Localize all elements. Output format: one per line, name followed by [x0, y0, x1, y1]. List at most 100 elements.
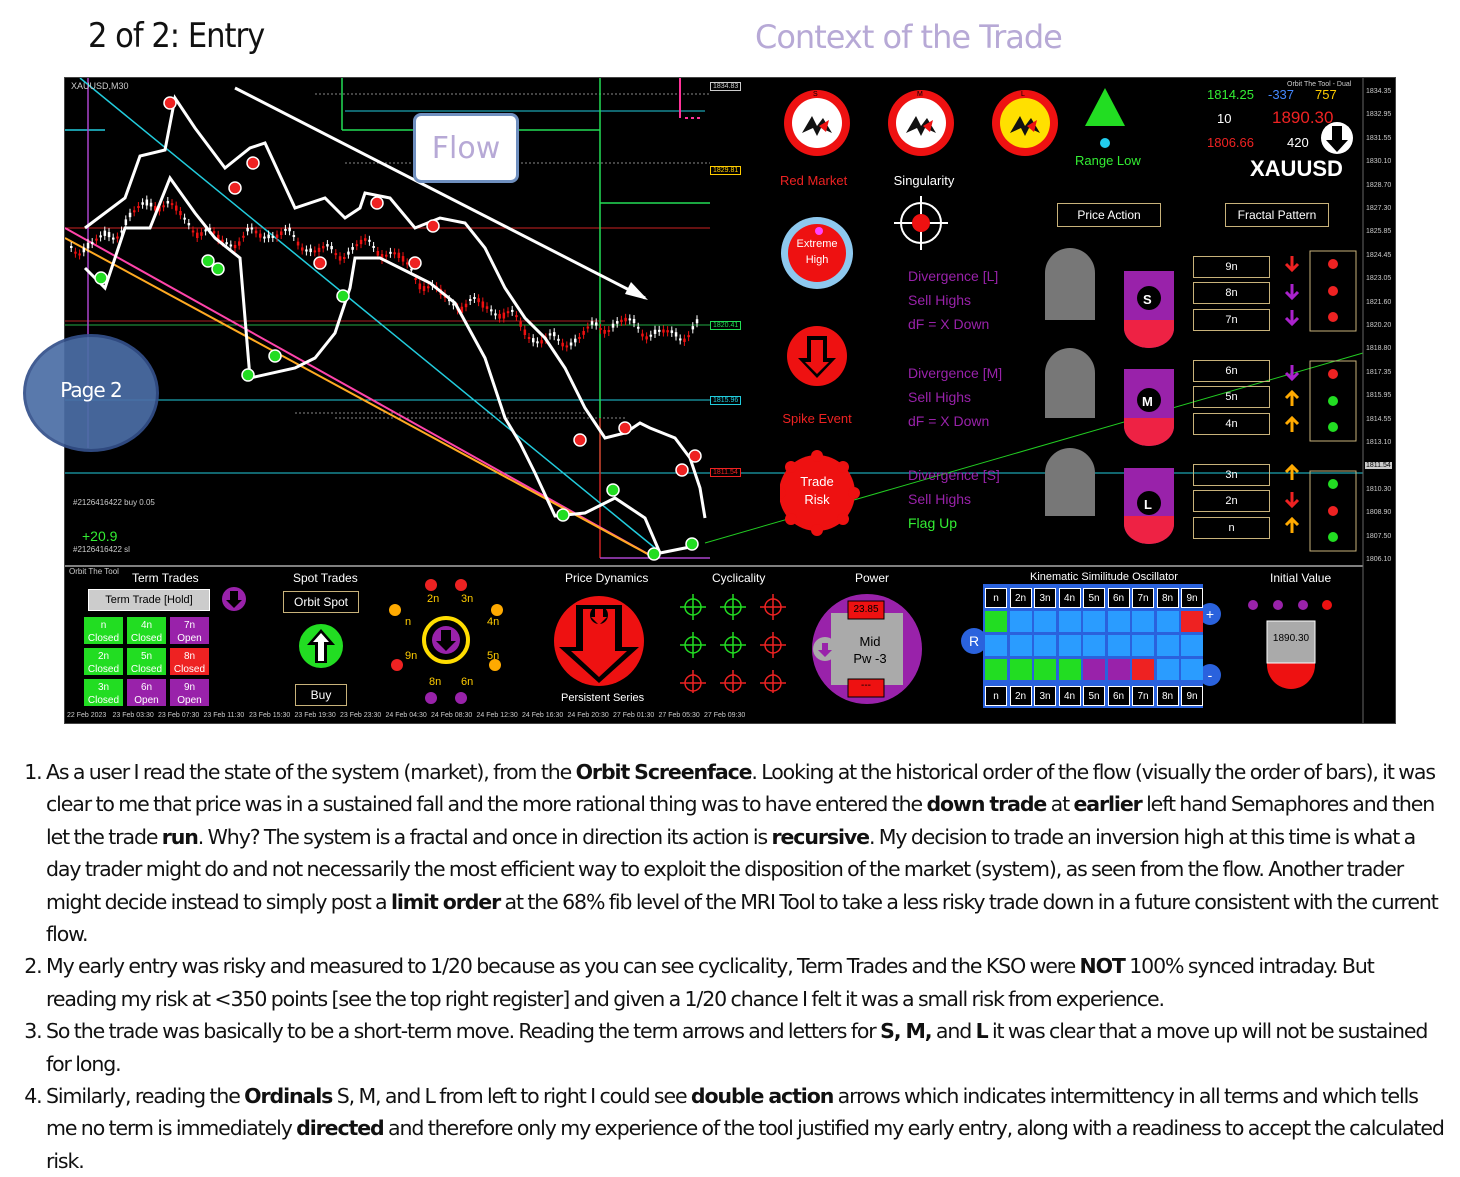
kso-header-cell: 2n — [1009, 588, 1032, 608]
kso-header-cell: 7n — [1132, 588, 1154, 608]
div-l-line2: Sell Highs — [908, 292, 972, 308]
kso-footer-cell: 3n — [1034, 686, 1056, 706]
kso-header-cell: 8n — [1156, 588, 1179, 608]
term-trade-cell[interactable]: 4n Closed — [126, 616, 167, 645]
axis-price-label: 1810.30 — [1366, 485, 1392, 493]
term-cell-status: Closed — [87, 633, 120, 644]
ordinal-box: n — [1193, 517, 1270, 539]
price-action-button[interactable]: Price Action — [1057, 203, 1161, 227]
semaphore-dot — [313, 256, 327, 270]
kso-cell — [1156, 659, 1179, 680]
ordinal-box: 2n — [1193, 490, 1270, 512]
wheel-6n: 6n — [461, 676, 474, 688]
term-cell-status: Closed — [130, 633, 163, 644]
note-text: and — [931, 1019, 976, 1044]
semaphore-dot — [94, 271, 108, 285]
kso-cell — [1181, 635, 1203, 656]
term-cell-status: Closed — [87, 695, 120, 706]
cycle-crosshair-icon — [720, 632, 746, 658]
note-4: Similarly, reading the Ordinals S, M, an… — [46, 1080, 1446, 1177]
persistent-series-icon — [554, 596, 644, 686]
kso-cell — [1009, 635, 1032, 656]
order-buy-label: #2126416422 buy 0.05 — [73, 498, 155, 507]
spike-event-label: Spike Event — [782, 411, 852, 426]
term-cell-ordinal: 9n — [183, 682, 196, 693]
ordinal-box: 5n — [1193, 386, 1270, 408]
page-2-label: Page 2 — [60, 378, 123, 402]
axis-price-label: 1817.35 — [1366, 368, 1392, 376]
term-trade-hold-button[interactable]: Term Trade [Hold] — [88, 589, 210, 611]
kso-cell — [1181, 611, 1203, 632]
term-trade-cell[interactable]: n Closed — [83, 616, 124, 645]
term-trade-cell[interactable]: 7n Open — [169, 616, 210, 645]
term-cell-status: Closed — [87, 664, 120, 675]
note-2: My early entry was risky and measured to… — [46, 950, 1446, 1015]
div-l-line3: dF = X Down — [908, 316, 990, 332]
term-trade-cell[interactable]: 8n Closed — [169, 647, 210, 676]
red-market-label: Red Market — [780, 173, 848, 188]
div-m-line3: dF = X Down — [908, 413, 990, 429]
kso-cell — [1009, 659, 1032, 680]
note-emphasis: earlier — [1073, 792, 1142, 817]
axis-price-label: 1821.60 — [1366, 298, 1392, 306]
note-text: Similarly, reading the — [46, 1084, 245, 1109]
note-emphasis: limit order — [390, 889, 501, 914]
div-m-line1: Divergence [M] — [908, 365, 1003, 381]
axis-time-label: 24 Feb 04:30 — [385, 712, 427, 719]
semaphore-dot — [201, 254, 215, 268]
initial-value-title: Initial Value — [1270, 571, 1332, 585]
kso-header-cell: 3n — [1034, 588, 1056, 608]
extreme-high-label: Extreme High — [796, 238, 838, 266]
orbit-spot-button[interactable]: Orbit Spot — [283, 591, 359, 613]
div-s-line3: Flag Up — [908, 515, 958, 531]
spot-trades-title: Spot Trades — [293, 571, 358, 585]
term-cell-status: Closed — [173, 664, 206, 675]
kso-footer-cell: 8n — [1156, 686, 1179, 706]
semaphore-dot — [688, 449, 702, 463]
term-cell-ordinal: 4n — [140, 620, 153, 631]
semaphore-dot — [268, 349, 282, 363]
term-cell-status: Open — [134, 695, 159, 706]
sem-l-letter: L — [1021, 91, 1025, 98]
term-trade-cell[interactable]: 9n Open — [169, 678, 210, 707]
kso-cell — [1058, 635, 1081, 656]
semaphore-dot — [241, 368, 255, 382]
div-l-line1: Divergence [L] — [908, 268, 999, 284]
kso-cell — [1156, 635, 1179, 656]
price-tag: 1820.41 — [710, 321, 742, 330]
note-emphasis: recursive — [771, 824, 870, 849]
kso-cell — [1107, 659, 1130, 680]
term-cell-status: Closed — [130, 664, 163, 675]
fractal-pattern-button[interactable]: Fractal Pattern — [1225, 203, 1329, 227]
kso-r-button[interactable]: R — [961, 628, 987, 654]
div-s-line2: Sell Highs — [908, 491, 972, 507]
axis-price-label: 1806.10 — [1366, 556, 1392, 563]
sem-m-letter: M — [917, 91, 923, 98]
trading-chart-panel[interactable]: XAUUSD,M30 #2126416422 buy 0.05 +20.9 #2… — [64, 77, 1396, 724]
cycle-crosshair-icon — [680, 594, 706, 620]
wheel-n: n — [405, 616, 412, 628]
axis-time-label: 27 Feb 01:30 — [613, 712, 655, 719]
ordinal-box: 7n — [1193, 309, 1270, 331]
term-trade-cell[interactable]: 6n Open — [126, 678, 167, 707]
buy-button[interactable]: Buy — [295, 684, 347, 706]
note-emphasis: L — [975, 1019, 989, 1044]
axis-price-label: 1815.95 — [1366, 392, 1392, 400]
trade-risk-label: Trade Risk — [800, 474, 834, 507]
kso-cell — [985, 611, 1007, 632]
term-trade-cell[interactable]: 3n Closed — [83, 678, 124, 707]
initial-price: 1890.30 — [1272, 633, 1310, 644]
kso-header-cell: 9n — [1181, 588, 1203, 608]
term-trade-cell[interactable]: 5n Closed — [126, 647, 167, 676]
candles — [70, 195, 699, 352]
semaphore-dot — [370, 196, 384, 210]
term-trade-down-icon — [222, 587, 246, 611]
axis-time-label: 24 Feb 20:30 — [567, 712, 609, 719]
axis-price-label: 1831.55 — [1366, 134, 1392, 142]
semaphore-dot — [556, 508, 570, 522]
semaphore-dot — [573, 433, 587, 447]
axis-time-label: 27 Feb 05:30 — [658, 712, 700, 719]
term-trade-cell[interactable]: 2n Closed — [83, 647, 124, 676]
page-title: 2 of 2: Entry — [88, 16, 265, 56]
register-value-5: 1890.30 — [1272, 108, 1334, 127]
